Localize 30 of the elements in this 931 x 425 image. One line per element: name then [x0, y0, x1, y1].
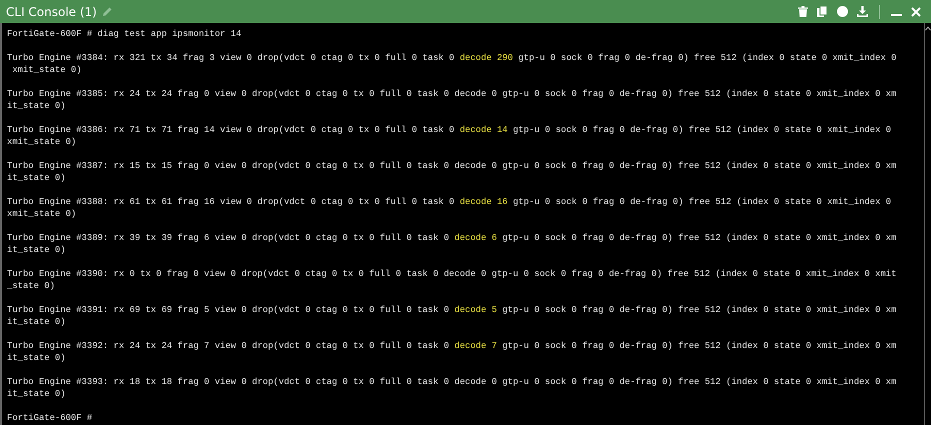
console-line: FortiGate-600F # — [7, 412, 92, 424]
console-line: Turbo Engine #3385: rx 24 tx 24 frag 0 view 0 drop(vdct 0 ctag 0 tx 0 full 0 task 0 decode 0 gtp-u 0 sock 0 frag 0 de-frag 0) free 512 (index 0 state 0 xmit_index 0 xm — [7, 88, 896, 100]
scrollbar[interactable] — [924, 23, 931, 425]
console-line: it_state 0) — [7, 244, 66, 256]
circle-icon[interactable] — [837, 6, 848, 17]
trash-icon[interactable] — [798, 6, 808, 17]
console-line: Turbo Engine #3393: rx 18 tx 18 frag 0 view 0 drop(vdct 0 ctag 0 tx 0 full 0 task 0 decode 0 gtp-u 0 sock 0 frag 0 de-frag 0) free 512 (index 0 state 0 xmit_index 0 xm — [7, 376, 896, 388]
console-line: xmit_state 0) — [7, 136, 76, 148]
console-line: xmit_state 0) — [11, 64, 82, 76]
console-line: Turbo Engine #3386: rx 71 tx 71 frag 14 view 0 drop(vdct 0 ctag 0 tx 0 full 0 task 0 decode 14 gtp-u 0 sock 0 frag 0 de-frag 0) free 512 (index 0 state 0 xmit_index 0 — [7, 124, 892, 136]
console-line: Turbo Engine #3384: rx 321 tx 34 frag 3 view 0 drop(vdct 0 ctag 0 tx 0 full 0 task 0 decode 290 gtp-u 0 sock 0 frag 0 de-frag 0) free 512 (index 0 state 0 xmit_index 0 — [7, 52, 896, 64]
console-line: it_state 0) — [7, 100, 66, 112]
console-line: it_state 0) — [7, 388, 66, 400]
console-line: Turbo Engine #3389: rx 39 tx 39 frag 6 view 0 drop(vdct 0 ctag 0 tx 0 full 0 task 0 decode 6 gtp-u 0 sock 0 frag 0 de-frag 0) free 512 (index 0 state 0 xmit_index 0 xm — [7, 232, 896, 244]
console-line: xmit_state 0) — [7, 208, 76, 220]
console-line: Turbo Engine #3388: rx 61 tx 61 frag 16 view 0 drop(vdct 0 ctag 0 tx 0 full 0 task 0 decode 16 gtp-u 0 sock 0 frag 0 de-frag 0) free 512 (index 0 state 0 xmit_index 0 — [7, 196, 892, 208]
console-line: FortiGate-600F # diag test app ipsmonitor 14 — [7, 28, 242, 40]
close-icon[interactable] — [911, 6, 921, 16]
console-line: it_state 0) — [7, 172, 66, 184]
console-line: Turbo Engine #3392: rx 24 tx 24 frag 7 view 0 drop(vdct 0 ctag 0 tx 0 full 0 task 0 decode 7 gtp-u 0 sock 0 frag 0 de-frag 0) free 512 (index 0 state 0 xmit_index 0 xm — [7, 340, 896, 352]
console-line: _state 0) — [7, 280, 55, 292]
console-line: Turbo Engine #3387: rx 15 tx 15 frag 0 view 0 drop(vdct 0 ctag 0 tx 0 full 0 task 0 decode 0 gtp-u 0 sock 0 frag 0 de-frag 0) free 512 (index 0 state 0 xmit_index 0 xm — [7, 160, 896, 172]
console-line: Turbo Engine #3391: rx 69 tx 69 frag 5 view 0 drop(vdct 0 ctag 0 tx 0 full 0 task 0 decode 5 gtp-u 0 sock 0 frag 0 de-frag 0) free 512 (index 0 state 0 xmit_index 0 xm — [7, 304, 896, 316]
console-line: it_state 0) — [7, 352, 66, 364]
copy-icon[interactable] — [817, 6, 828, 17]
console-line: it_state 0) — [7, 316, 66, 328]
scroll-up-icon[interactable] — [925, 26, 931, 31]
window-title: CLI Console (1) — [6, 4, 97, 18]
console-line: Turbo Engine #3390: rx 0 tx 0 frag 0 view 0 drop(vdct 0 ctag 0 tx 0 full 0 task 0 decode 0 gtp-u 0 sock 0 frag 0 de-frag 0) free 512 (index 0 state 0 xmit_index 0 xmit — [7, 268, 896, 280]
download-icon[interactable] — [857, 6, 868, 17]
